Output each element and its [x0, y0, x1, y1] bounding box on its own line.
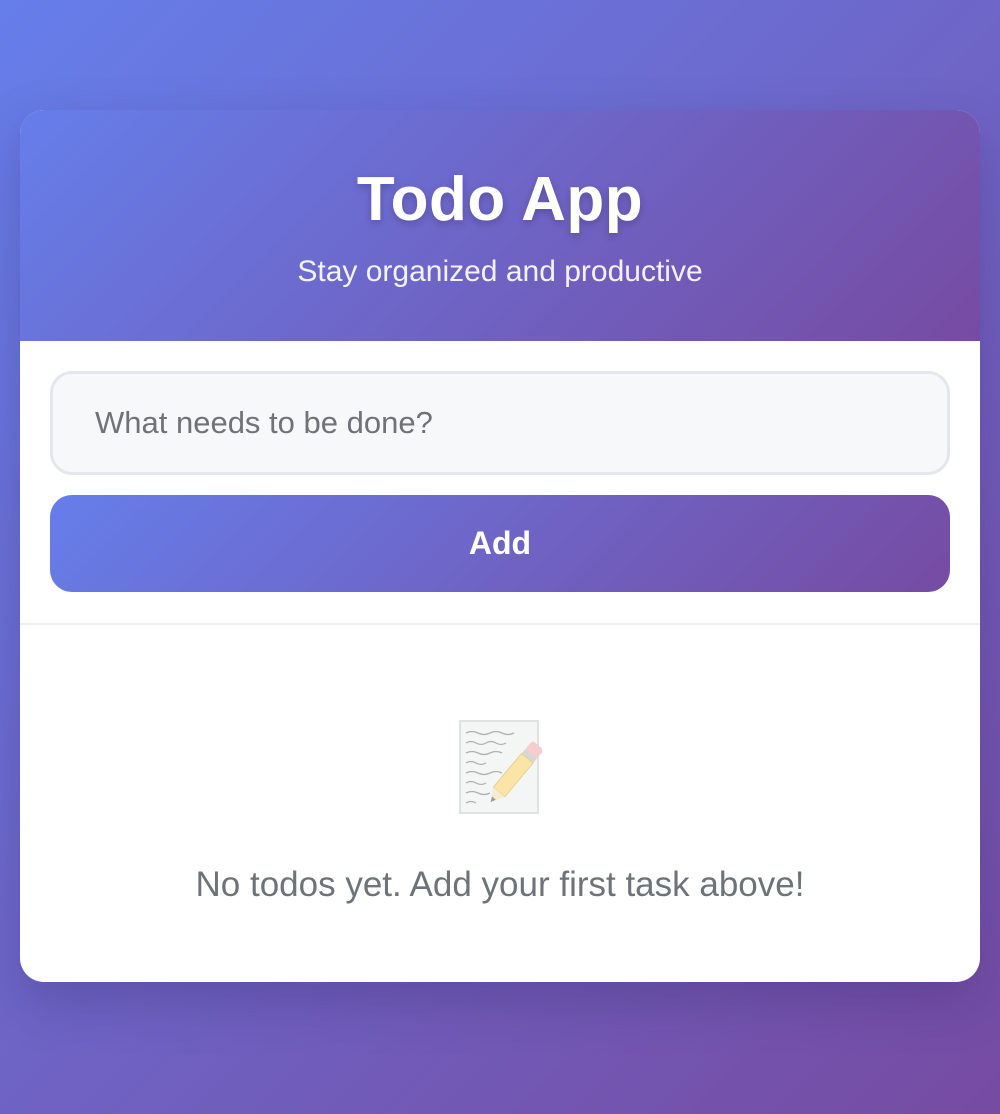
memo-icon	[459, 720, 542, 814]
add-todo-form: Add	[20, 341, 980, 625]
todo-card: Todo App Stay organized and productive A…	[20, 110, 980, 982]
todo-input[interactable]	[50, 371, 950, 475]
app-header: Todo App Stay organized and productive	[20, 110, 980, 341]
empty-state: No todos yet. Add your first task above!	[20, 719, 980, 905]
app-title: Todo App	[356, 165, 644, 234]
empty-state-message: No todos yet. Add your first task above!	[195, 865, 805, 904]
add-button[interactable]: Add	[50, 495, 950, 592]
app-subtitle: Stay organized and productive	[297, 255, 703, 288]
